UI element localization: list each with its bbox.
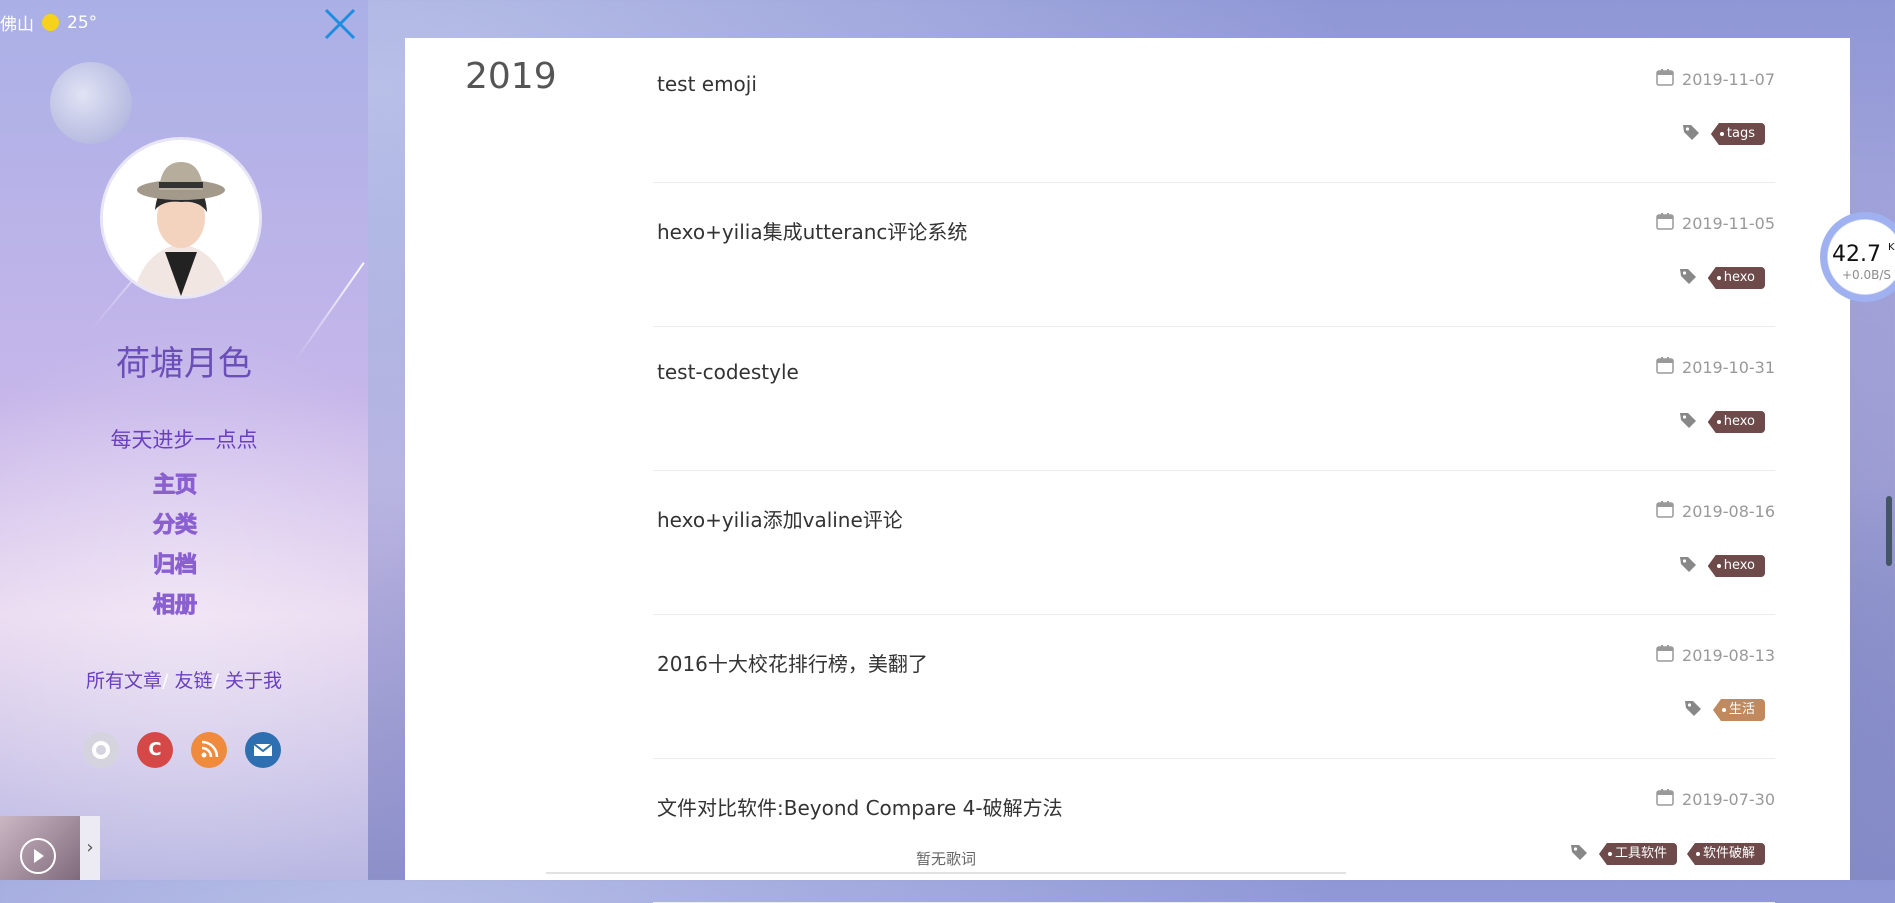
scrollbar-thumb[interactable] [1886,496,1892,566]
link-separator: / [212,670,225,692]
tag-icon [1683,698,1703,722]
nav-categories[interactable]: 分类 [145,506,205,546]
lyrics-text: 暂无歌词 [916,850,977,868]
calendar-icon [1656,788,1674,810]
post-date: 2019-08-13 [1656,644,1775,666]
calendar-icon [1656,644,1674,666]
post-title[interactable]: 文件对比软件:Beyond Compare 4-破解方法 [657,792,1063,821]
tag-icon [1681,122,1701,146]
post-date-text: 2019-11-05 [1682,213,1775,233]
post-date-text: 2019-10-31 [1682,357,1775,377]
avatar-image [103,140,259,296]
post-date-text: 2019-11-07 [1682,69,1775,89]
weather-temp: 25° [67,12,98,33]
post-item: hexo+yilia集成utteranc评论系统 2019-11-05 hexo [653,182,1775,327]
post-title[interactable]: hexo+yilia添加valine评论 [657,504,903,533]
post-item: 2016十大校花排行榜，美翻了 2019-08-13 生活 [653,614,1775,759]
post-date: 2019-11-05 [1656,212,1775,234]
post-tag[interactable]: 软件破解 [1686,843,1765,865]
nav-archives[interactable]: 归档 [145,546,205,586]
link-all-posts[interactable]: 所有文章 [86,670,162,692]
post-item: hexo+yilia添加valine评论 2019-08-16 hexo [653,470,1775,615]
post-tag[interactable]: 工具软件 [1598,843,1677,865]
calendar-icon [1656,500,1674,522]
tag-icon [1678,410,1698,434]
calendar-icon [1656,68,1674,90]
rss-icon[interactable] [191,732,227,768]
moon-decoration [50,62,132,144]
link-friends[interactable]: 友链 [174,670,212,692]
tag-icon [1569,842,1589,866]
csdn-icon[interactable]: C [137,732,173,768]
github-icon[interactable] [83,732,119,768]
lyrics-divider [546,872,1346,874]
site-title[interactable]: 荷塘月色 [0,336,368,385]
nav-album[interactable]: 相册 [145,586,205,626]
post-tag[interactable]: hexo [1707,267,1765,289]
post-tags: hexo [1678,410,1765,434]
post-title[interactable]: 2016十大校花排行榜，美翻了 [657,648,928,677]
calendar-icon [1656,356,1674,378]
tag-icon [1678,266,1698,290]
post-tag[interactable]: hexo [1707,555,1765,577]
mail-icon[interactable] [245,732,281,768]
chevron-right-icon[interactable]: › [80,816,100,880]
archive-card: 2019 test emoji 2019-11-07 tags hexo+yilia集… [405,38,1850,903]
post-tag[interactable]: 生活 [1712,699,1765,721]
post-date-text: 2019-07-30 [1682,789,1775,809]
site-motto: 每天进步一点点 [110,428,258,452]
post-date: 2019-11-07 [1656,68,1775,90]
post-date-text: 2019-08-13 [1682,645,1775,665]
post-date: 2019-10-31 [1656,356,1775,378]
post-date: 2019-08-16 [1656,500,1775,522]
link-about[interactable]: 关于我 [225,670,282,692]
weather-city: 佛山 [0,15,34,35]
sun-icon [42,14,59,31]
post-title[interactable]: test-codestyle [657,360,799,384]
post-tags: hexo [1678,266,1765,290]
sidebar-links: 所有文章/ 友链/ 关于我 [0,666,368,693]
sidebar-nav: 主页 分类 归档 相册 [145,466,205,626]
play-icon[interactable] [20,838,56,874]
tag-icon [1678,554,1698,578]
avatar[interactable] [103,140,259,296]
post-date-text: 2019-08-16 [1682,501,1775,521]
sidebar: 佛山 25° 荷塘月色 每天进步一点点 主页 分类 归档 相册 所有文章/ 友链… [0,0,368,880]
post-title[interactable]: hexo+yilia集成utteranc评论系统 [657,216,967,245]
archive-year: 2019 [465,56,557,97]
post-tags: tags [1681,122,1765,146]
link-separator: / [162,670,175,692]
close-icon[interactable] [322,6,358,42]
calendar-icon [1656,212,1674,234]
post-title[interactable]: test emoji [657,72,757,96]
post-tags: 工具软件 软件破解 [1569,842,1765,866]
lyrics-bar: 暂无歌词 [546,840,1346,880]
nav-home[interactable]: 主页 [145,466,205,506]
post-item: test-codestyle 2019-10-31 hexo [653,326,1775,471]
post-tag[interactable]: hexo [1707,411,1765,433]
net-rate: +0.0B/S [1842,268,1892,282]
post-tags: hexo [1678,554,1765,578]
post-tag[interactable]: tags [1710,123,1765,145]
post-item: 文件对比软件:Beyond Compare 4-破解方法 2019-07-30 工具… [653,758,1775,903]
weather-widget: 佛山 25° [0,10,98,36]
post-item: test emoji 2019-11-07 tags [653,38,1775,183]
post-date: 2019-07-30 [1656,788,1775,810]
post-tags: 生活 [1683,698,1765,722]
net-speed: 42.7 KB [1832,242,1895,267]
